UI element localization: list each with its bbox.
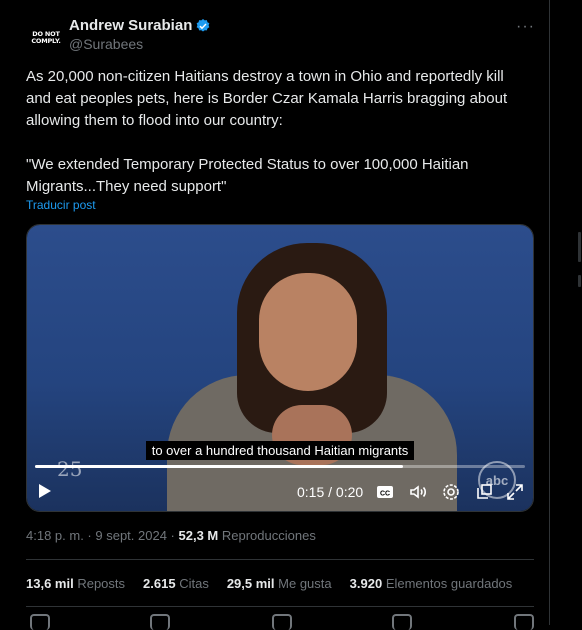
tweet-views: 52,3 M xyxy=(178,528,219,543)
tweet-text: As 20,000 non-citizen Haitians destroy a… xyxy=(26,68,508,195)
settings-icon[interactable] xyxy=(441,482,461,502)
captions-icon[interactable]: CC xyxy=(375,482,395,502)
column-border xyxy=(549,0,550,625)
video-controls: 0:15 / 0:20 CC xyxy=(27,479,533,505)
more-options-icon[interactable]: ··· xyxy=(516,18,535,36)
tweet-time[interactable]: 4:18 p. m. xyxy=(26,528,84,543)
author-name-row[interactable]: Andrew Surabian xyxy=(69,17,211,34)
avatar[interactable]: DO NOT COMPLY. xyxy=(26,18,66,58)
avatar-text-2: COMPLY. xyxy=(31,37,61,45)
tweet-actions xyxy=(30,614,534,630)
video-caption: to over a hundred thousand Haitian migra… xyxy=(27,441,533,460)
tweet-stats: 13,6 mil Reposts 2.615 Citas 29,5 mil Me… xyxy=(26,576,512,591)
translate-link[interactable]: Traducir post xyxy=(26,198,96,212)
svg-text:CC: CC xyxy=(380,491,390,498)
volume-icon[interactable] xyxy=(408,482,428,502)
divider xyxy=(26,606,534,607)
fullscreen-icon[interactable] xyxy=(505,482,525,502)
video-progress-fill xyxy=(35,465,403,468)
reply-icon[interactable] xyxy=(30,614,50,630)
video-frame[interactable] xyxy=(27,225,533,511)
video-person-face xyxy=(259,273,357,391)
play-icon[interactable] xyxy=(39,484,51,498)
share-icon[interactable] xyxy=(514,614,534,630)
popout-icon[interactable] xyxy=(474,482,494,502)
divider xyxy=(26,559,534,560)
like-icon[interactable] xyxy=(272,614,292,630)
video-stamp: 25 xyxy=(57,457,83,481)
video-progress-bar[interactable] xyxy=(35,465,525,468)
video-caption-text: to over a hundred thousand Haitian migra… xyxy=(145,441,415,460)
stat-quotes[interactable]: 2.615 Citas xyxy=(143,576,209,591)
stat-likes[interactable]: 29,5 mil Me gusta xyxy=(227,576,332,591)
verified-badge-icon xyxy=(197,18,210,32)
author-name[interactable]: Andrew Surabian xyxy=(69,17,192,34)
stat-reposts[interactable]: 13,6 mil Reposts xyxy=(26,576,125,591)
author-block: Andrew Surabian @Surabees xyxy=(69,17,211,52)
video-time: 0:15 / 0:20 xyxy=(297,484,364,500)
scroll-edge xyxy=(578,0,582,625)
tweet-meta: 4:18 p. m. · 9 sept. 2024 · 52,3 M Repro… xyxy=(26,528,316,543)
author-handle[interactable]: @Surabees xyxy=(69,36,211,52)
tweet-date[interactable]: 9 sept. 2024 xyxy=(95,528,167,543)
video-player[interactable]: to over a hundred thousand Haitian migra… xyxy=(26,224,534,512)
stat-bookmarks[interactable]: 3.920 Elementos guardados xyxy=(350,576,513,591)
tweet-header: DO NOT COMPLY. Andrew Surabian @Surabees… xyxy=(26,14,541,58)
tweet-views-label: Reproducciones xyxy=(221,528,316,543)
repost-icon[interactable] xyxy=(150,614,170,630)
bookmark-icon[interactable] xyxy=(392,614,412,630)
